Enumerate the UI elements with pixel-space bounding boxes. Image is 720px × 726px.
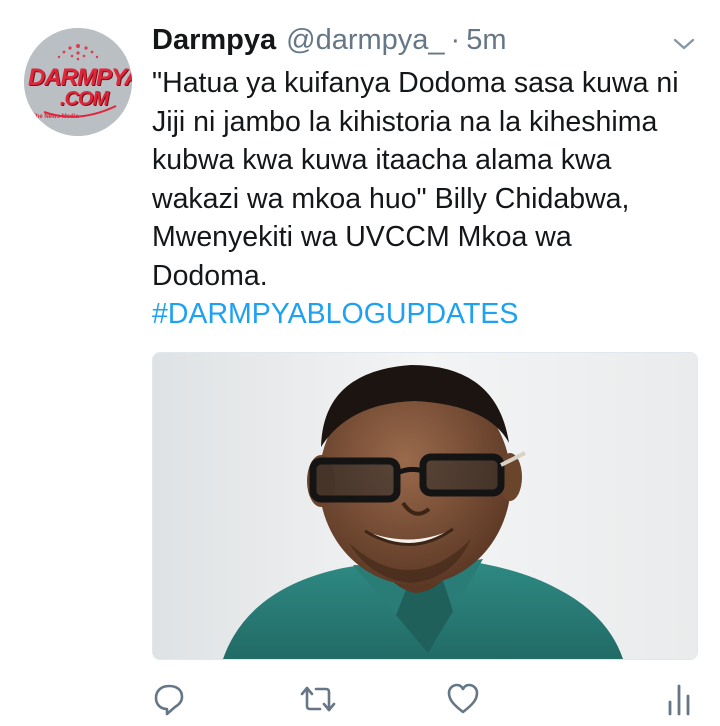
avatar-logo-domain: .COM: [59, 88, 109, 110]
reply-icon: [154, 684, 184, 716]
portrait-photo: [153, 353, 697, 659]
tweet-text-line: "Hatua ya kuifanya Dodoma sasa kuwa ni: [152, 67, 679, 99]
analytics-button[interactable]: [664, 682, 694, 716]
reply-button[interactable]: [152, 682, 186, 716]
like-icon: [447, 683, 479, 714]
author-handle[interactable]: @darmpya_: [286, 24, 444, 57]
tweet-text-line: Dodoma.: [152, 259, 268, 292]
tweet-photo[interactable]: [152, 352, 698, 660]
avatar[interactable]: DARMPYA .COM The News Media: [24, 28, 132, 136]
tweet-text-line: kubwa kwa kuwa itaacha alama kwa: [152, 144, 612, 176]
like-button[interactable]: [446, 682, 480, 716]
hashtag-link[interactable]: #DARMPYABLOGUPDATES: [152, 295, 708, 334]
tweet-text-line: wakazi wa mkoa huo" Billy Chidabwa,: [152, 182, 630, 215]
analytics-icon: [668, 684, 690, 716]
retweet-button[interactable]: [298, 682, 338, 716]
chevron-down-icon[interactable]: [672, 36, 696, 52]
tweet-text-line: Mwenyekiti wa UVCCM Mkoa wa: [152, 221, 572, 253]
tweet-header: Darmpya @darmpya_ · 5m: [152, 24, 507, 60]
tweet-timestamp[interactable]: 5m: [466, 24, 506, 57]
tweet[interactable]: DARMPYA .COM The News Media Darmpya @dar…: [0, 0, 720, 726]
author-display-name[interactable]: Darmpya: [152, 24, 276, 57]
tweet-text: "Hatua ya kuifanya Dodoma sasa kuwa ni J…: [152, 64, 708, 334]
separator-dot: ·: [450, 24, 461, 56]
tweet-actions: [0, 672, 720, 726]
tweet-text-line: Jiji ni jambo la kihistoria na la kihesh…: [152, 105, 658, 138]
avatar-logo-subtext: The News Media: [32, 114, 79, 120]
retweet-icon: [300, 686, 336, 712]
